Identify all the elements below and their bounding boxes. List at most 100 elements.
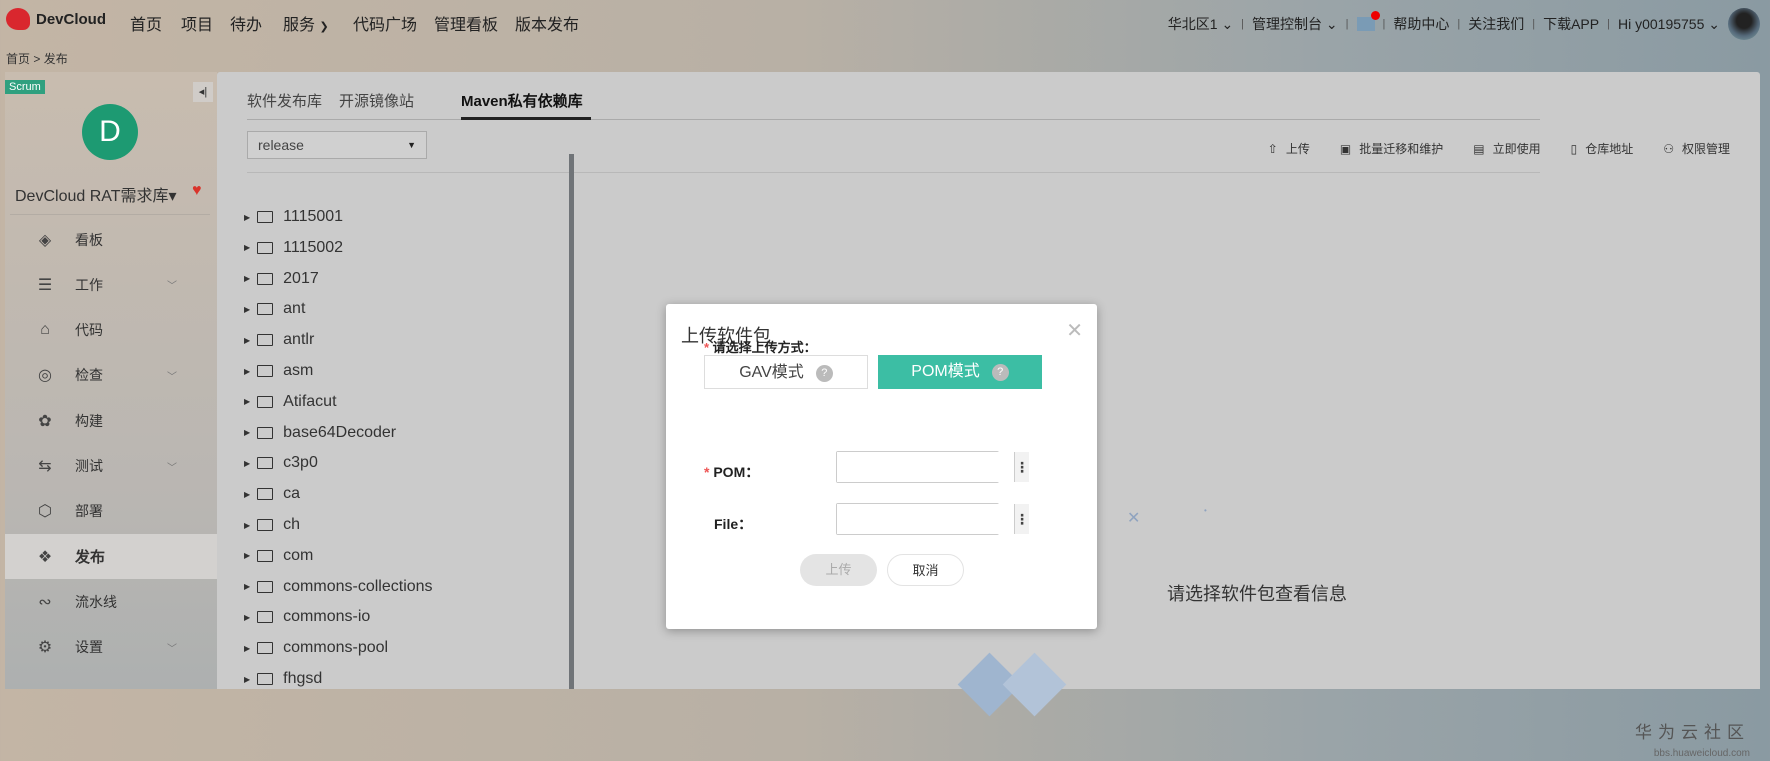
nav-todo[interactable]: 待办 xyxy=(230,11,262,35)
tree-node[interactable]: ▶ fhgsd xyxy=(244,664,322,694)
empty-state-text: 请选择软件包查看信息 xyxy=(1167,584,1347,604)
tree-node[interactable]: ▶ base64Decoder xyxy=(244,418,396,448)
gav-mode-button[interactable]: GAV模式? xyxy=(704,355,868,389)
help-icon[interactable]: ? xyxy=(991,364,1009,381)
tab-maven-repo[interactable]: Maven私有依赖库 xyxy=(461,90,583,111)
devcloud-logo[interactable]: DevCloud xyxy=(6,8,106,30)
sidebar-item[interactable]: ☰ 工作 ﹀ xyxy=(5,262,217,307)
tree-node[interactable]: ▶ c3p0 xyxy=(244,448,318,478)
expand-arrow-icon[interactable]: ▶ xyxy=(244,551,250,560)
expand-arrow-icon[interactable]: ▶ xyxy=(244,397,250,406)
active-tab-indicator xyxy=(461,117,591,120)
toolbar-button[interactable]: ▯ 仓库地址 xyxy=(1571,140,1634,157)
pom-input[interactable] xyxy=(837,452,1014,482)
pom-mode-button[interactable]: POM模式? xyxy=(878,355,1042,389)
expand-arrow-icon[interactable]: ▶ xyxy=(244,644,250,653)
sidebar-item[interactable]: ◎ 检查 ﹀ xyxy=(5,353,217,398)
tree-node[interactable]: ▶ com xyxy=(244,541,313,571)
tree-node[interactable]: ▶ Atifacut xyxy=(244,387,337,417)
tree-node[interactable]: ▶ 1115001 xyxy=(244,202,343,232)
tab-software-repo[interactable]: 软件发布库 xyxy=(247,90,322,111)
download-app-link[interactable]: 下载APP xyxy=(1543,14,1599,34)
project-selector[interactable]: DevCloud RAT需求库▾ xyxy=(15,182,177,206)
expand-arrow-icon[interactable]: ▶ xyxy=(244,213,250,222)
divider: | xyxy=(1457,18,1461,30)
file-input[interactable] xyxy=(837,504,1014,534)
tree-node[interactable]: ▶ commons-io xyxy=(244,602,370,632)
help-icon[interactable]: ? xyxy=(815,365,833,382)
expand-arrow-icon[interactable]: ▶ xyxy=(244,274,250,283)
close-icon[interactable]: ✕ xyxy=(1066,318,1083,343)
expand-arrow-icon[interactable]: ▶ xyxy=(244,336,250,345)
expand-arrow-icon[interactable]: ▶ xyxy=(244,305,250,314)
region-select[interactable]: 华北区1 ⌄ xyxy=(1168,14,1233,34)
tree-node[interactable]: ▶ commons-pool xyxy=(244,633,388,663)
folder-icon xyxy=(257,272,274,285)
nav-dashboard[interactable]: 管理看板 xyxy=(434,11,498,35)
expand-arrow-icon[interactable]: ▶ xyxy=(244,428,250,437)
sidebar-item[interactable]: ❖ 发布 xyxy=(5,534,217,580)
nav-projects[interactable]: 项目 xyxy=(181,11,213,35)
more-vertical-icon[interactable]: ⋮ xyxy=(1014,504,1029,534)
folder-icon xyxy=(257,549,274,562)
tree-node[interactable]: ▶ ch xyxy=(244,510,300,540)
expand-arrow-icon[interactable]: ▶ xyxy=(244,521,250,530)
repo-select-value: release xyxy=(258,137,304,153)
expand-arrow-icon[interactable]: ▶ xyxy=(244,675,250,684)
sidebar-item[interactable]: ⚙ 设置 ﹀ xyxy=(5,625,217,670)
tree-node-label: 1115002 xyxy=(283,238,344,256)
sidebar-item[interactable]: ◈ 看板 xyxy=(5,217,217,262)
breadcrumb-home[interactable]: 首页 xyxy=(6,52,30,66)
console-menu[interactable]: 管理控制台 ⌄ xyxy=(1252,14,1338,34)
tree-node[interactable]: ▶ antlr xyxy=(244,325,314,355)
sidebar-item[interactable]: ⇆ 测试 ﹀ xyxy=(5,444,217,489)
book-icon: ▤ xyxy=(1473,142,1485,156)
sidebar-item[interactable]: ⌂ 代码 xyxy=(5,308,217,353)
nav-services[interactable]: 服务 ❯ xyxy=(283,11,329,35)
tree-node[interactable]: ▶ asm xyxy=(244,356,313,386)
user-avatar[interactable] xyxy=(1728,8,1760,40)
help-link[interactable]: 帮助中心 xyxy=(1393,14,1449,34)
nav-code-square[interactable]: 代码广场 xyxy=(353,11,417,35)
tree-node[interactable]: ▶ commons-collections xyxy=(244,572,433,602)
sidebar-item-label: 流水线 xyxy=(75,593,117,610)
sidebar-item-label: 检查 xyxy=(75,367,103,384)
toolbar-button[interactable]: ⇧ 上传 xyxy=(1268,140,1310,157)
favorite-heart-icon[interactable]: ♥ xyxy=(192,182,202,200)
tree-node[interactable]: ▶ 1115002 xyxy=(244,233,343,263)
tab-open-source-mirror[interactable]: 开源镜像站 xyxy=(339,90,414,111)
sidebar-item[interactable]: ✿ 构建 xyxy=(5,398,217,443)
sidebar-item-label: 测试 xyxy=(75,458,103,474)
chevron-down-icon: ❯ xyxy=(319,21,329,33)
expand-arrow-icon[interactable]: ▶ xyxy=(244,582,250,591)
more-vertical-icon[interactable]: ⋮ xyxy=(1014,452,1029,482)
expand-arrow-icon[interactable]: ▶ xyxy=(244,459,250,468)
tree-node[interactable]: ▶ 2017 xyxy=(244,264,319,294)
sidebar-item[interactable]: ⬡ 部署 xyxy=(5,489,217,534)
toolbar-button[interactable]: ⚇ 权限管理 xyxy=(1663,140,1730,157)
sidebar-item[interactable]: ∾ 流水线 xyxy=(5,579,217,624)
expand-arrow-icon[interactable]: ▶ xyxy=(244,490,250,499)
chevron-down-icon: ﹀ xyxy=(167,643,177,655)
repo-select[interactable]: release ▼ xyxy=(247,131,427,159)
expand-arrow-icon[interactable]: ▶ xyxy=(244,243,250,252)
tree-node[interactable]: ▶ ca xyxy=(244,479,300,509)
nav-home[interactable]: 首页 xyxy=(130,11,162,35)
expand-arrow-icon[interactable]: ▶ xyxy=(244,613,250,622)
toolbar-button[interactable]: ▤ 立即使用 xyxy=(1473,140,1540,157)
tree-node-label: commons-io xyxy=(283,608,371,626)
nav-release[interactable]: 版本发布 xyxy=(515,11,579,35)
console-label: 管理控制台 xyxy=(1252,16,1323,32)
collapse-sidebar-button[interactable]: ◂| xyxy=(193,82,213,102)
follow-link[interactable]: 关注我们 xyxy=(1468,14,1524,34)
tree-node[interactable]: ▶ ant xyxy=(244,294,305,324)
expand-arrow-icon[interactable]: ▶ xyxy=(244,367,250,376)
message-icon[interactable] xyxy=(1356,11,1380,31)
sidebar: Scrum ◂| D DevCloud RAT需求库▾ ♥ ◈ 看板 ☰ 工作 ﹀ ⌂ 代码… xyxy=(5,72,217,689)
upload-button[interactable]: 上传 xyxy=(800,554,877,586)
cancel-button[interactable]: 取消 xyxy=(887,554,964,586)
pane-splitter[interactable] xyxy=(569,154,574,689)
user-menu[interactable]: Hi y00195755 ⌄ xyxy=(1618,16,1720,33)
toolbar-button[interactable]: ▣ 批量迁移和维护 xyxy=(1340,140,1443,157)
folder-icon xyxy=(257,365,274,377)
